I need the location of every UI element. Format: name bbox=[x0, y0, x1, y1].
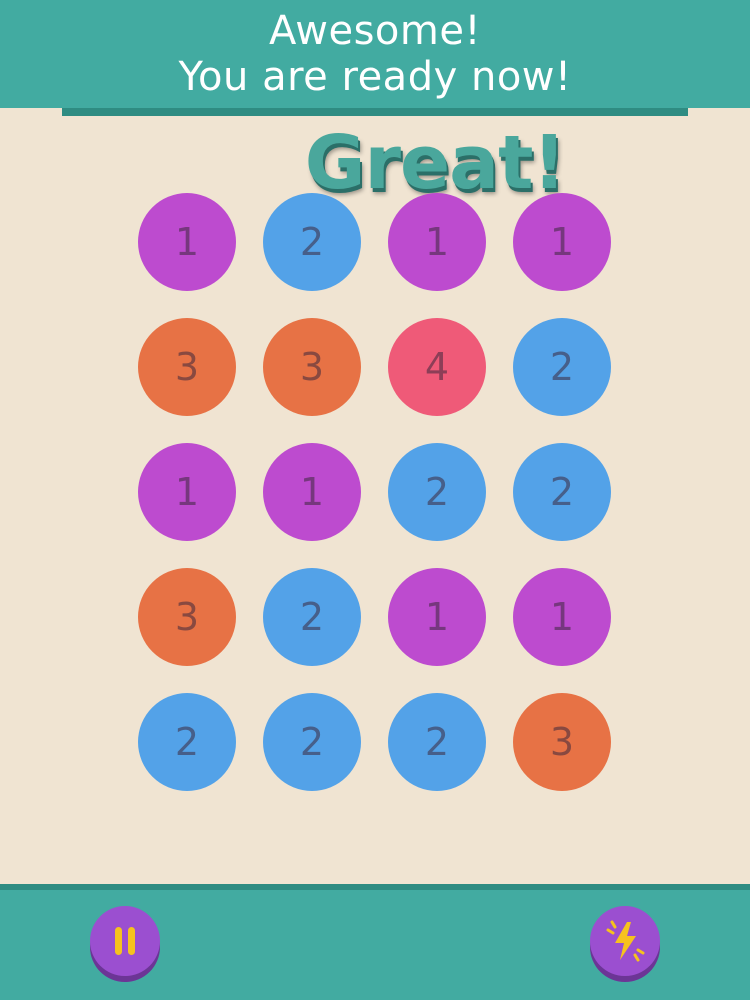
number-dot[interactable]: 2 bbox=[138, 693, 236, 791]
header-divider bbox=[62, 108, 688, 116]
lightning-icon bbox=[606, 920, 645, 962]
header-title-line-2: You are ready now! bbox=[178, 54, 572, 100]
number-dot[interactable]: 2 bbox=[263, 568, 361, 666]
number-dot[interactable]: 3 bbox=[513, 693, 611, 791]
pause-button[interactable] bbox=[90, 906, 160, 976]
number-dot[interactable]: 1 bbox=[388, 193, 486, 291]
number-dot[interactable]: 3 bbox=[263, 318, 361, 416]
powerup-button[interactable] bbox=[590, 906, 660, 976]
number-dot[interactable]: 1 bbox=[138, 193, 236, 291]
number-dot[interactable]: 1 bbox=[138, 443, 236, 541]
number-dot[interactable]: 3 bbox=[138, 568, 236, 666]
number-dot[interactable]: 2 bbox=[513, 318, 611, 416]
number-dot[interactable]: 2 bbox=[513, 443, 611, 541]
number-dot[interactable]: 2 bbox=[263, 193, 361, 291]
pause-icon bbox=[115, 927, 135, 955]
number-dot[interactable]: 4 bbox=[388, 318, 486, 416]
number-dot[interactable]: 1 bbox=[513, 568, 611, 666]
header-bar: Awesome! You are ready now! bbox=[0, 0, 750, 108]
number-dot[interactable]: 1 bbox=[263, 443, 361, 541]
number-dot[interactable]: 3 bbox=[138, 318, 236, 416]
number-dot[interactable]: 2 bbox=[263, 693, 361, 791]
number-dot[interactable]: 1 bbox=[388, 568, 486, 666]
number-grid: 12113342112232112223 bbox=[138, 193, 612, 793]
number-dot[interactable]: 2 bbox=[388, 443, 486, 541]
number-dot[interactable]: 2 bbox=[388, 693, 486, 791]
number-dot[interactable]: 1 bbox=[513, 193, 611, 291]
header-title-line-1: Awesome! bbox=[269, 8, 481, 54]
